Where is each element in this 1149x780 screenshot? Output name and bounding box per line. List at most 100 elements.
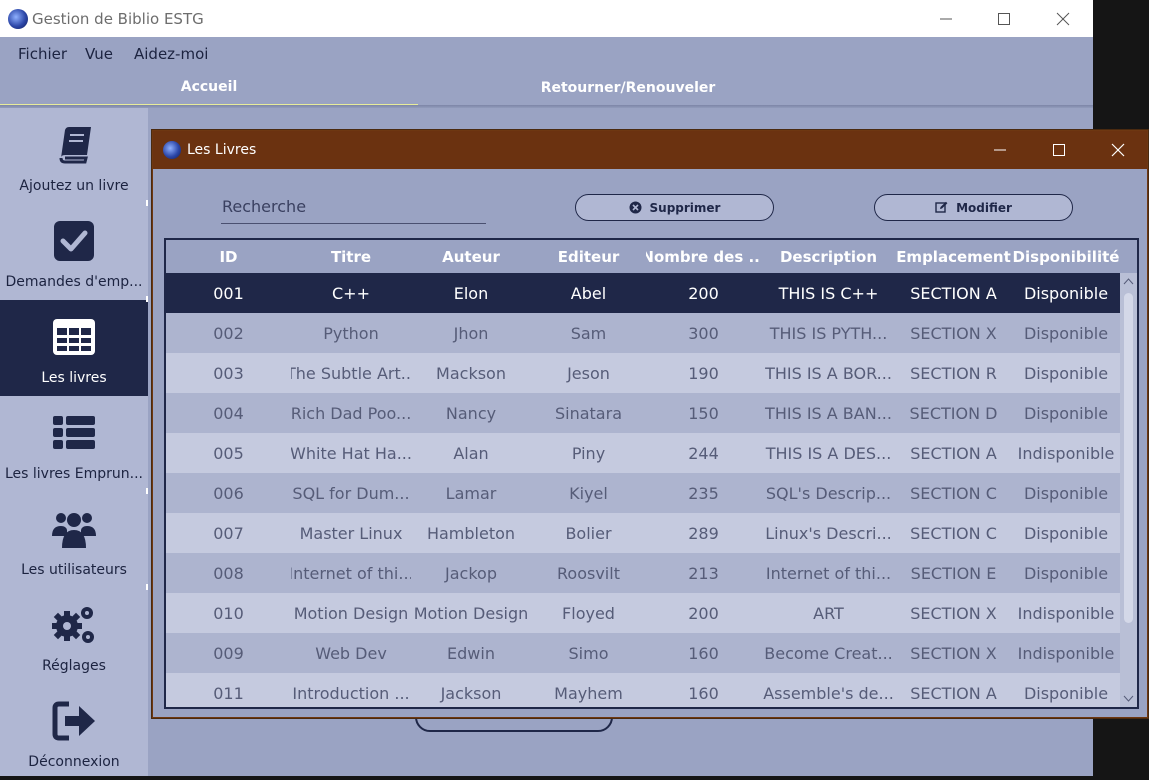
- table-row[interactable]: 002 Python Jhon Sam 300 THIS IS PYTH... SECTIO…: [166, 313, 1120, 353]
- table-cell-nombre: 289: [688, 523, 719, 543]
- table-cell-id: 001: [213, 283, 244, 303]
- table-cell-auteur: Edwin: [447, 643, 495, 663]
- column-header-disponibilite[interactable]: Disponibilité: [1011, 240, 1121, 273]
- table-row[interactable]: 001 C++ Elon Abel 200 THIS IS C++ SECTION A Dis…: [166, 273, 1120, 313]
- table-cell-editeur: Kiyel: [569, 483, 608, 503]
- table-cell-emplacement: SECTION A: [910, 443, 997, 463]
- table-cell-nombre: 300: [688, 323, 719, 343]
- delete-button-label: Supprimer: [649, 200, 721, 215]
- edit-icon: [935, 201, 948, 213]
- maximize-icon: [998, 12, 1010, 25]
- table-cell-titre: Rich Dad Poo...: [291, 403, 411, 423]
- close-button[interactable]: [1034, 0, 1092, 37]
- scrollbar-thumb[interactable]: [1124, 293, 1133, 623]
- sidebar-item-reglages[interactable]: Réglages: [0, 588, 148, 684]
- table-cell-editeur: Floyed: [562, 603, 615, 623]
- table-cell-disponibilite: Indisponible: [1017, 443, 1115, 463]
- table-cell-description: ART: [813, 603, 844, 623]
- table-row[interactable]: 011 Introduction ... Jackson Mayhem 160 Assem…: [166, 673, 1120, 707]
- table-cell-id: 008: [213, 563, 244, 583]
- table-cell-id: 005: [213, 443, 244, 463]
- table-cell-nombre: 190: [688, 363, 719, 383]
- table-cell-titre: SQL for Dum...: [292, 483, 410, 503]
- table-cell-auteur: Alan: [453, 443, 489, 463]
- app-logo-icon: [8, 9, 28, 29]
- scroll-up-icon[interactable]: [1123, 276, 1134, 287]
- column-header-description[interactable]: Description: [761, 240, 896, 273]
- table-cell-id: 010: [213, 603, 244, 623]
- dialog-minimize-button[interactable]: [971, 131, 1029, 169]
- sidebar-item-les-livres[interactable]: Les livres: [0, 300, 148, 396]
- dialog-maximize-button[interactable]: [1030, 131, 1088, 169]
- edit-button[interactable]: Modifier: [874, 194, 1073, 221]
- table-cell-id: 004: [213, 403, 244, 423]
- table-body: 001 C++ Elon Abel 200 THIS IS C++ SECTION A Dis…: [166, 273, 1120, 707]
- table-cell-titre: C++: [332, 283, 370, 303]
- delete-button[interactable]: Supprimer: [575, 194, 774, 221]
- sidebar-item-deconnexion[interactable]: Déconnexion: [0, 684, 148, 780]
- table-row[interactable]: 008 Internet of thi... Jackop Roosvilt 213 In…: [166, 553, 1120, 593]
- sidebar-item-ajoutez-livre[interactable]: Ajoutez un livre: [0, 108, 148, 204]
- table-cell-editeur: Simo: [568, 643, 609, 663]
- maximize-button[interactable]: [975, 0, 1033, 37]
- table-cell-id: 007: [213, 523, 244, 543]
- vertical-scrollbar[interactable]: [1120, 273, 1137, 707]
- menu-aidez-moi[interactable]: Aidez-moi: [134, 45, 208, 63]
- table-cell-id: 002: [213, 323, 244, 343]
- dialog-title: Les Livres: [187, 142, 257, 158]
- book-icon: [59, 127, 91, 164]
- table-cell-emplacement: SECTION X: [910, 323, 997, 343]
- gears-icon: [52, 607, 94, 643]
- table-row[interactable]: 007 Master Linux Hambleton Bolier 289 Linux's…: [166, 513, 1120, 553]
- table-cell-titre: Master Linux: [299, 523, 403, 543]
- table-row[interactable]: 004 Rich Dad Poo... Nancy Sinatara 150 THIS I…: [166, 393, 1120, 433]
- table-cell-titre: Web Dev: [315, 643, 387, 663]
- table-cell-id: 003: [213, 363, 244, 383]
- sidebar: Ajoutez un livre Demandes d'emp... Les l…: [0, 108, 149, 776]
- column-header-titre[interactable]: Titre: [291, 240, 411, 273]
- table-cell-emplacement: SECTION X: [910, 643, 997, 663]
- table-row[interactable]: 010 Motion Design Motion Design Floyed 200 AR…: [166, 593, 1120, 633]
- minimize-button[interactable]: [917, 0, 975, 37]
- table-row[interactable]: 003 The Subtle Art... Mackson Jeson 190 THIS …: [166, 353, 1120, 393]
- table-cell-nombre: 160: [688, 643, 719, 663]
- table-row[interactable]: 005 White Hat Ha... Alan Piny 244 THIS IS A D…: [166, 433, 1120, 473]
- sidebar-item-label: Déconnexion: [28, 754, 120, 770]
- table-cell-titre: White Hat Ha...: [291, 443, 411, 463]
- sidebar-item-livres-empruntes[interactable]: Les livres Emprun...: [0, 396, 148, 492]
- sidebar-item-utilisateurs[interactable]: Les utilisateurs: [0, 492, 148, 588]
- table-cell-auteur: Jhon: [453, 323, 489, 343]
- table-cell-disponibilite: Disponible: [1023, 563, 1109, 583]
- minimize-icon: [994, 149, 1006, 151]
- close-icon: [1111, 143, 1125, 157]
- table-cell-editeur: Sam: [570, 323, 607, 343]
- table-row[interactable]: 009 Web Dev Edwin Simo 160 Become Creat... SEC…: [166, 633, 1120, 673]
- table-cell-description: Linux's Descri...: [765, 523, 892, 543]
- table-cell-titre: Motion Design: [293, 603, 409, 623]
- menu-vue[interactable]: Vue: [85, 45, 113, 63]
- dialog-close-button[interactable]: [1089, 131, 1147, 169]
- column-header-editeur[interactable]: Editeur: [531, 240, 646, 273]
- sidebar-item-label: Les livres: [41, 370, 107, 386]
- table-cell-auteur: Nancy: [445, 403, 497, 423]
- remove-circle-icon: [629, 201, 642, 214]
- table-row[interactable]: 006 SQL for Dum... Lamar Kiyel 235 SQL's Desc…: [166, 473, 1120, 513]
- table-cell-auteur: Jackop: [445, 563, 497, 583]
- table-cell-editeur: Jeson: [567, 363, 610, 383]
- table-cell-editeur: Roosvilt: [557, 563, 620, 583]
- scroll-down-icon[interactable]: [1123, 693, 1134, 704]
- column-header-nombre[interactable]: Nombre des ...: [646, 240, 761, 273]
- table-cell-disponibilite: Disponible: [1023, 283, 1109, 303]
- menu-fichier[interactable]: Fichier: [18, 45, 67, 63]
- column-header-emplacement[interactable]: Emplacement: [896, 240, 1011, 273]
- search-input[interactable]: [221, 190, 486, 224]
- tab-accueil[interactable]: Accueil: [0, 69, 418, 107]
- sidebar-item-demandes[interactable]: Demandes d'emp...: [0, 204, 148, 300]
- table-cell-description: THIS IS A BAN...: [765, 403, 892, 423]
- column-header-auteur[interactable]: Auteur: [411, 240, 531, 273]
- column-header-id[interactable]: ID: [166, 240, 291, 273]
- table-cell-auteur: Mackson: [436, 363, 506, 383]
- tab-retourner-renouveler[interactable]: Retourner/Renouveler: [418, 69, 838, 107]
- table-cell-disponibilite: Disponible: [1023, 323, 1109, 343]
- edit-button-label: Modifier: [956, 200, 1012, 215]
